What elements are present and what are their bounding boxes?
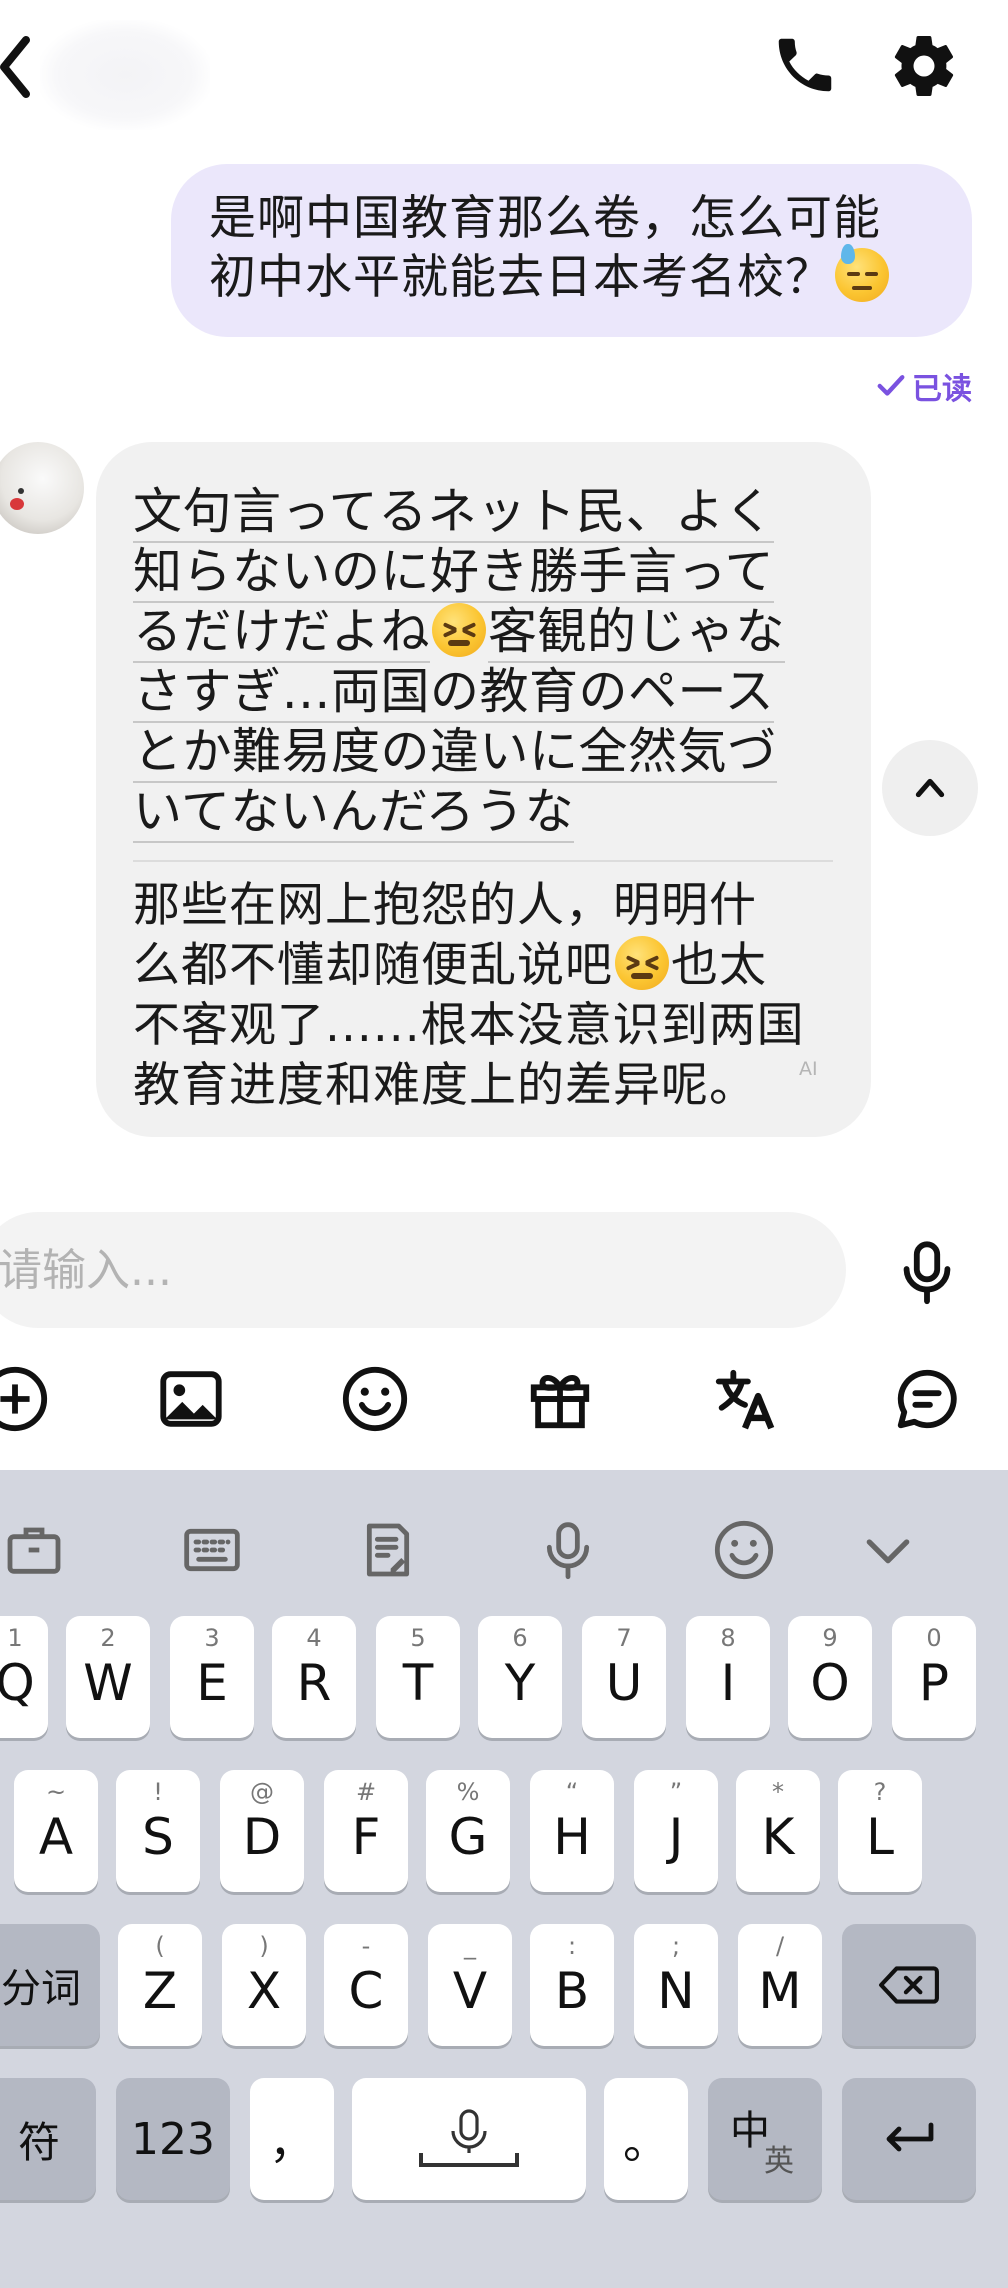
segment-key[interactable]: 分词	[0, 1924, 100, 2046]
numbers-key[interactable]: 123	[116, 2078, 230, 2200]
key-r[interactable]: 4R	[272, 1616, 356, 1738]
avatar[interactable]	[0, 442, 84, 534]
chat-bubble-icon	[897, 1369, 957, 1429]
space-microphone-icon	[419, 2109, 519, 2167]
return-icon	[886, 2122, 934, 2152]
message-input[interactable]	[0, 1212, 818, 1328]
plus-circle-icon	[0, 1366, 48, 1432]
translate-icon	[715, 1369, 775, 1430]
kb-layout-button[interactable]	[180, 1518, 250, 1588]
kb-emoji-button[interactable]	[712, 1518, 782, 1588]
top-bar	[0, 0, 1008, 140]
image-button[interactable]	[156, 1364, 226, 1434]
ai-translation-tag: AI	[799, 1058, 818, 1080]
key-i[interactable]: 8I	[686, 1616, 770, 1738]
voice-button[interactable]	[892, 1236, 962, 1308]
backspace-key[interactable]	[842, 1924, 976, 2046]
received-message-bubble[interactable]: 文句言ってるネット民、よく 知らないのに好き勝手言って るだけだよね 客観的じゃな…	[96, 442, 871, 1137]
comma-key[interactable]: ，	[250, 2078, 334, 2200]
sent-message-bubble[interactable]: 是啊中国教育那么卷，怎么可能 初中水平就能去日本考名校？	[171, 164, 972, 337]
keyboard-icon	[184, 1528, 240, 1572]
key-l[interactable]: ? L	[838, 1770, 922, 1892]
downcast-sweat-emoji-icon	[835, 244, 889, 302]
settings-button[interactable]	[888, 30, 960, 102]
key-k[interactable]: * K	[736, 1770, 820, 1892]
key-v[interactable]: _ V	[428, 1924, 512, 2046]
key-g[interactable]: % G	[426, 1770, 510, 1892]
original-text-line: 文句言ってるネット民、よく	[133, 482, 775, 543]
sent-message-line: 是啊中国教育那么卷，怎么可能	[209, 191, 881, 246]
key-c[interactable]: -C	[324, 1924, 408, 2046]
key-a[interactable]: ~ A	[14, 1770, 98, 1892]
briefcase-icon	[7, 1527, 61, 1574]
emoji-button[interactable]	[340, 1364, 410, 1434]
gift-button[interactable]	[525, 1364, 595, 1434]
key-s[interactable]: ! S	[116, 1770, 200, 1892]
translation-line: 么都不懂却随便乱说吧 也太	[133, 936, 767, 993]
key-h[interactable]: “H	[530, 1770, 614, 1892]
kb-clipboard-button[interactable]	[2, 1518, 72, 1588]
key-e[interactable]: 3E	[170, 1616, 254, 1738]
key-n[interactable]: ; N	[634, 1924, 718, 2046]
original-text-line: さすぎ…両国の教育のペース	[133, 662, 775, 723]
smiley-icon	[342, 1366, 408, 1432]
smiley-icon	[714, 1520, 774, 1580]
document-edit-icon	[366, 1523, 410, 1577]
key-z[interactable]: (Z	[118, 1924, 202, 2046]
kb-voice-button[interactable]	[536, 1518, 606, 1588]
gift-icon	[530, 1375, 590, 1429]
key-b[interactable]: :B	[530, 1924, 614, 2046]
translate-button[interactable]	[710, 1364, 780, 1434]
period-key[interactable]: 。	[604, 2078, 688, 2200]
persevering-face-emoji-icon	[432, 603, 487, 657]
original-text-line: 知らないのに好き勝手言って	[133, 542, 775, 603]
key-u[interactable]: 7U	[582, 1616, 666, 1738]
enter-key[interactable]	[842, 2078, 976, 2200]
symbol-key[interactable]: 符	[0, 2078, 96, 2200]
key-f[interactable]: # F	[324, 1770, 408, 1892]
language-switch-key[interactable]: 中 英	[708, 2078, 822, 2200]
check-icon	[877, 375, 905, 396]
key-m[interactable]: / M	[738, 1924, 822, 2046]
key-o[interactable]: 9O	[788, 1616, 872, 1738]
add-attachment-button[interactable]	[0, 1364, 50, 1434]
original-text-line: るだけだよね 客観的じゃな	[133, 602, 786, 663]
quick-reply-button[interactable]	[892, 1364, 962, 1434]
message-input-container	[0, 1212, 846, 1328]
image-icon	[160, 1371, 222, 1427]
chevron-down-icon	[866, 1539, 910, 1564]
key-t[interactable]: 5T	[376, 1616, 460, 1738]
persevering-face-emoji-icon	[615, 936, 669, 990]
read-status-label: 已读	[912, 372, 972, 407]
contact-name-blurred	[40, 20, 210, 130]
space-key[interactable]	[352, 2078, 586, 2200]
microphone-icon	[903, 1241, 951, 1305]
key-q[interactable]: 1Q	[0, 1616, 48, 1738]
sent-message-line: 初中水平就能去日本考名校？	[209, 244, 936, 307]
backspace-icon	[879, 1966, 939, 2004]
gear-icon	[894, 36, 954, 97]
read-receipt: 已读	[876, 366, 972, 407]
key-d[interactable]: @ D	[220, 1770, 304, 1892]
translation-line: 不客观了......根本没意识到两国	[133, 998, 805, 1053]
keyboard: 1Q 2W 3E 4R 5T 6Y 7U 8I 9O 0P ~ A ! S @ D #…	[0, 1470, 1008, 2288]
microphone-icon	[546, 1522, 590, 1580]
translation-line: 那些在网上抱怨的人，明明什	[133, 878, 757, 933]
translation-divider	[133, 860, 833, 862]
key-j[interactable]: ” J	[634, 1770, 718, 1892]
translation-line: 教育进度和难度上的差异呢。	[133, 1058, 757, 1113]
phone-icon	[778, 38, 832, 92]
kb-hide-button[interactable]	[856, 1518, 926, 1588]
key-x[interactable]: ) X	[222, 1924, 306, 2046]
collapse-translation-button[interactable]	[882, 740, 978, 836]
chevron-up-icon	[915, 778, 945, 798]
key-p[interactable]: 0P	[892, 1616, 976, 1738]
original-text-line: いてないんだろうな	[133, 782, 575, 843]
original-text-line: とか難易度の違いに全然気づ	[133, 722, 777, 783]
call-button[interactable]	[770, 30, 840, 100]
key-w[interactable]: 2W	[66, 1616, 150, 1738]
kb-notes-button[interactable]	[356, 1518, 426, 1588]
key-y[interactable]: 6Y	[478, 1616, 562, 1738]
